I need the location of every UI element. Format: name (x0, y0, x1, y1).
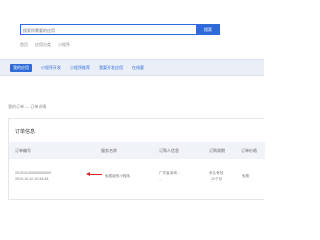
search-box: 搜索 (20, 24, 220, 35)
nav-item-online-service[interactable]: 在线客 (132, 64, 144, 72)
column-header-order-number: 订单编号 (15, 148, 31, 153)
hotword-link[interactable]: 首页 (20, 42, 28, 48)
column-header-buyer: 订购人信息 (159, 148, 179, 153)
column-header-price: 订单价格 (241, 148, 257, 153)
table-row: 201910100000000000 2019-10-10 10:44:48 免… (9, 167, 265, 189)
order-price: 免费 (242, 174, 250, 178)
nav-item-develop-app[interactable]: 我要开发应用 (99, 64, 123, 72)
order-number: 201910100000000000 (15, 171, 51, 175)
nav-item-miniprogram-recommend[interactable]: 小程序推荐 (70, 64, 90, 72)
order-period-detail: 12个月 (211, 177, 223, 181)
service-name: 免费版的小程序 (105, 174, 131, 178)
hotwords: 首页 应用分类 小程序 (20, 42, 70, 48)
panel-title: 订单信息 (15, 129, 36, 135)
table-header: 订单编号 服务名称 订购人信息 订购周期 订单价格 (9, 142, 265, 159)
order-period: 永久有效 (209, 171, 224, 175)
search-button[interactable]: 搜索 (196, 24, 220, 35)
main-nav: 我的应用 小程序开发 小程序推荐 我要开发应用 在线客 (0, 59, 264, 76)
order-time: 2019-10-10 10:44:48 (15, 177, 49, 181)
column-header-service-name: 服务名称 (101, 148, 117, 153)
nav-item-my-apps[interactable]: 我的应用 (10, 64, 32, 72)
search-input[interactable] (23, 26, 195, 34)
nav-item-miniprogram-dev[interactable]: 小程序开发 (41, 64, 61, 72)
buyer-info-detail: ... (159, 177, 162, 181)
breadcrumb: 我的订单 — 订单详情 (8, 104, 47, 109)
annotation-arrow-icon (86, 172, 102, 176)
buyer-info: 广东省深圳... (159, 171, 180, 175)
hotword-link[interactable]: 应用分类 (35, 42, 51, 48)
order-info-panel: 订单信息 订单编号 服务名称 订购人信息 订购周期 订单价格 201910100… (8, 118, 265, 200)
hotword-link[interactable]: 小程序 (58, 42, 70, 48)
column-header-period: 订购周期 (209, 148, 225, 153)
